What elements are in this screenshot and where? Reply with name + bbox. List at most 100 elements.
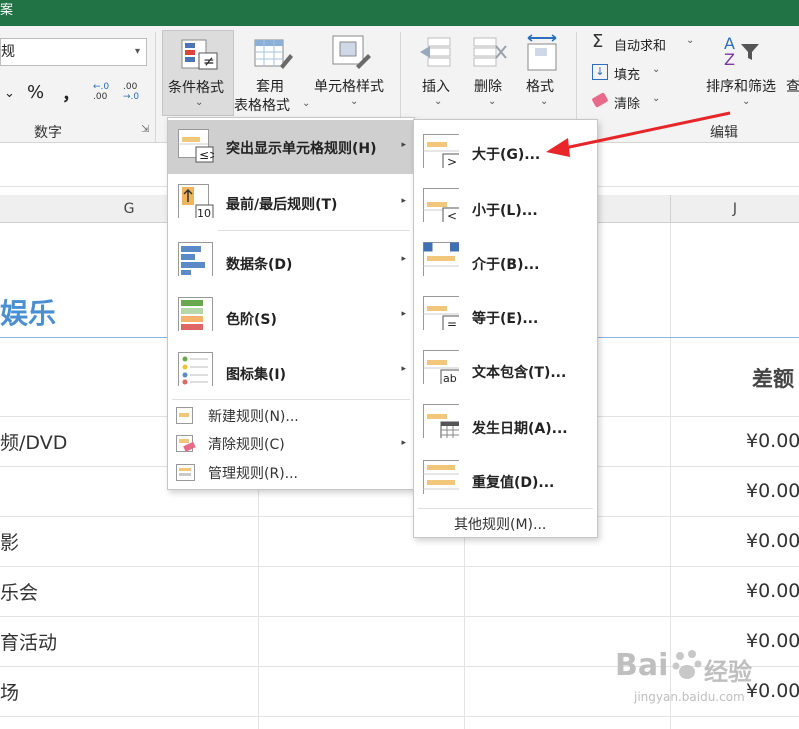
sort-filter-icon: A Z (724, 34, 764, 70)
percent-button[interactable]: % (27, 82, 44, 103)
format-button[interactable]: 格式 ⌄ (518, 30, 568, 116)
menu-divider (218, 230, 410, 231)
conditional-format-menu: ≤> 突出显示单元格规则(H) ▸ 10 最前/最后规则(T) ▸ 数据条(D)… (167, 117, 415, 490)
autosum-button[interactable]: Σ 自动求和 ⌄ (590, 31, 710, 55)
row-label[interactable]: 场 (0, 678, 19, 705)
fill-label: 填充 (614, 68, 641, 83)
manage-rules-label: 管理规则(R)... (208, 466, 299, 482)
decrease-decimal-label: .00 (123, 82, 138, 92)
duplicate-values-label: 重复值(D)... (472, 475, 555, 491)
menu-item-manage-rules[interactable]: 管理规则(R)... (168, 459, 414, 487)
watermark-brand: Bai (615, 648, 669, 683)
fill-button[interactable]: ↓ 填充 ⌄ (590, 62, 680, 84)
group-separator (155, 32, 156, 142)
row-label[interactable]: 影 (0, 528, 19, 555)
menu-item-highlight-rules[interactable]: ≤> 突出显示单元格规则(H) ▸ (168, 120, 414, 174)
conditional-format-button[interactable]: ≠ 条件格式 ⌄ (162, 30, 234, 116)
chevron-down-icon[interactable]: ⌄ (4, 86, 15, 101)
column-header-j[interactable]: J (670, 195, 799, 223)
sort-filter-button[interactable]: A Z 排序和筛选 ⌄ (704, 30, 794, 116)
row-label[interactable]: 乐会 (0, 578, 38, 605)
difference-cell[interactable]: ¥0.00 (746, 680, 799, 702)
menu-item-more-rules[interactable]: 其他规则(M)... (414, 510, 597, 536)
number-group-label: 数字 (34, 125, 62, 141)
insert-button[interactable]: 插入 ⌄ (412, 30, 462, 116)
menu-item-new-rule[interactable]: 新建规则(N)... (168, 402, 414, 430)
highlight-rules-icon: ≤> (178, 129, 214, 163)
menu-item-between[interactable]: 介于(B)... (414, 236, 597, 288)
difference-cell[interactable]: ¥0.00 (746, 530, 799, 552)
menu-item-duplicate-values[interactable]: 重复值(D)... (414, 454, 597, 506)
format-label: 格式 (526, 79, 554, 95)
new-rule-icon (176, 407, 193, 424)
difference-cell[interactable]: ¥0.00 (746, 580, 799, 602)
difference-cell[interactable]: ¥0.00 (746, 630, 799, 652)
svg-text:≠: ≠ (203, 54, 215, 70)
color-scales-label: 色阶(S) (226, 312, 277, 328)
ab-symbol: ab (443, 372, 457, 384)
chevron-down-icon: ⌄ (652, 93, 661, 104)
menu-item-data-bars[interactable]: 数据条(D) ▸ (168, 234, 414, 288)
find-select-partial[interactable]: 查 (786, 76, 799, 96)
funnel-icon (741, 44, 759, 60)
less-than-label: 小于(L)... (472, 203, 538, 219)
watermark-text: 经验 (704, 658, 752, 686)
row-label[interactable]: 育活动 (0, 628, 57, 655)
gridline (0, 616, 799, 617)
submenu-arrow-icon: ▸ (401, 196, 406, 206)
format-cells-icon (527, 34, 557, 71)
svg-text:10: 10 (197, 207, 211, 218)
menu-item-text-contains[interactable]: ab 文本包含(T)... (414, 346, 597, 398)
row-label[interactable]: 频/DVD (0, 428, 67, 455)
number-format-value: 规 (1, 44, 15, 60)
menu-divider (172, 399, 410, 400)
highlight-rules-label: 突出显示单元格规则(H) (226, 141, 377, 157)
submenu-arrow-icon: ▸ (401, 309, 406, 319)
sort-filter-label: 排序和筛选 (706, 79, 776, 95)
chevron-down-icon: ⌄ (434, 96, 443, 107)
window-title: 案 (0, 3, 14, 18)
section-heading[interactable]: 娱乐 (0, 292, 56, 332)
insert-label: 插入 (422, 79, 450, 95)
chevron-down-icon: ▾ (134, 46, 140, 57)
increase-decimal-button[interactable]: ←.0 .00 (93, 82, 115, 104)
chevron-down-icon: ⌄ (195, 97, 204, 108)
date-occurring-icon (423, 404, 459, 438)
decrease-decimal-button[interactable]: .00 →.0 (123, 82, 145, 104)
chevron-down-icon: ⌄ (488, 96, 497, 107)
increase-decimal-label: .00 (93, 92, 108, 102)
delete-cells-icon (473, 37, 507, 67)
delete-button[interactable]: 删除 ⌄ (466, 30, 516, 116)
number-format-dropdown[interactable]: 规 ▾ (0, 38, 147, 66)
increase-decimal-icon: ←.0 (93, 82, 110, 92)
menu-item-date-occurring[interactable]: 发生日期(A)... (414, 400, 597, 452)
chevron-down-icon: ⌄ (302, 98, 311, 109)
comma-style-button[interactable]: ， (62, 80, 80, 106)
cell-styles-label: 单元格样式 (314, 79, 384, 95)
menu-item-icon-sets[interactable]: 图标集(I) ▸ (168, 344, 414, 398)
menu-divider (418, 508, 593, 509)
cell-styles-button[interactable]: 单元格样式 ⌄ (312, 30, 392, 116)
menu-item-less-than[interactable]: < 小于(L)... (414, 182, 597, 234)
submenu-arrow-icon: ▸ (401, 364, 406, 374)
insert-cells-icon (420, 37, 451, 67)
manage-rules-icon (176, 464, 195, 481)
chevron-down-icon: ⌄ (742, 96, 751, 107)
difference-cell[interactable]: ¥0.00 (746, 430, 799, 452)
menu-item-clear-rules[interactable]: 清除规则(C) ▸ (168, 430, 414, 458)
menu-item-color-scales[interactable]: 色阶(S) ▸ (168, 289, 414, 343)
format-as-table-label-2: 表格格式 (234, 98, 290, 114)
conditional-format-label: 条件格式 (168, 80, 224, 96)
menu-item-top-bottom[interactable]: 10 最前/最后规则(T) ▸ (168, 176, 414, 230)
annotation-arrow (546, 111, 731, 157)
menu-item-equal-to[interactable]: = 等于(E)... (414, 290, 597, 342)
highlight-rules-submenu: > 大于(G)... < 小于(L)... 介于(B)... = 等于(E)..… (413, 119, 598, 538)
data-bars-icon (178, 242, 213, 276)
equal-to-label: 等于(E)... (472, 311, 539, 327)
delete-label: 删除 (474, 79, 502, 95)
format-as-table-button[interactable]: 套用 表格格式 ⌄ (234, 30, 311, 116)
difference-cell[interactable]: ¥0.00 (746, 480, 799, 502)
dialog-launcher-icon[interactable]: ⇲ (141, 124, 149, 135)
gridline (0, 716, 799, 717)
difference-header[interactable]: 差额 (752, 363, 794, 393)
